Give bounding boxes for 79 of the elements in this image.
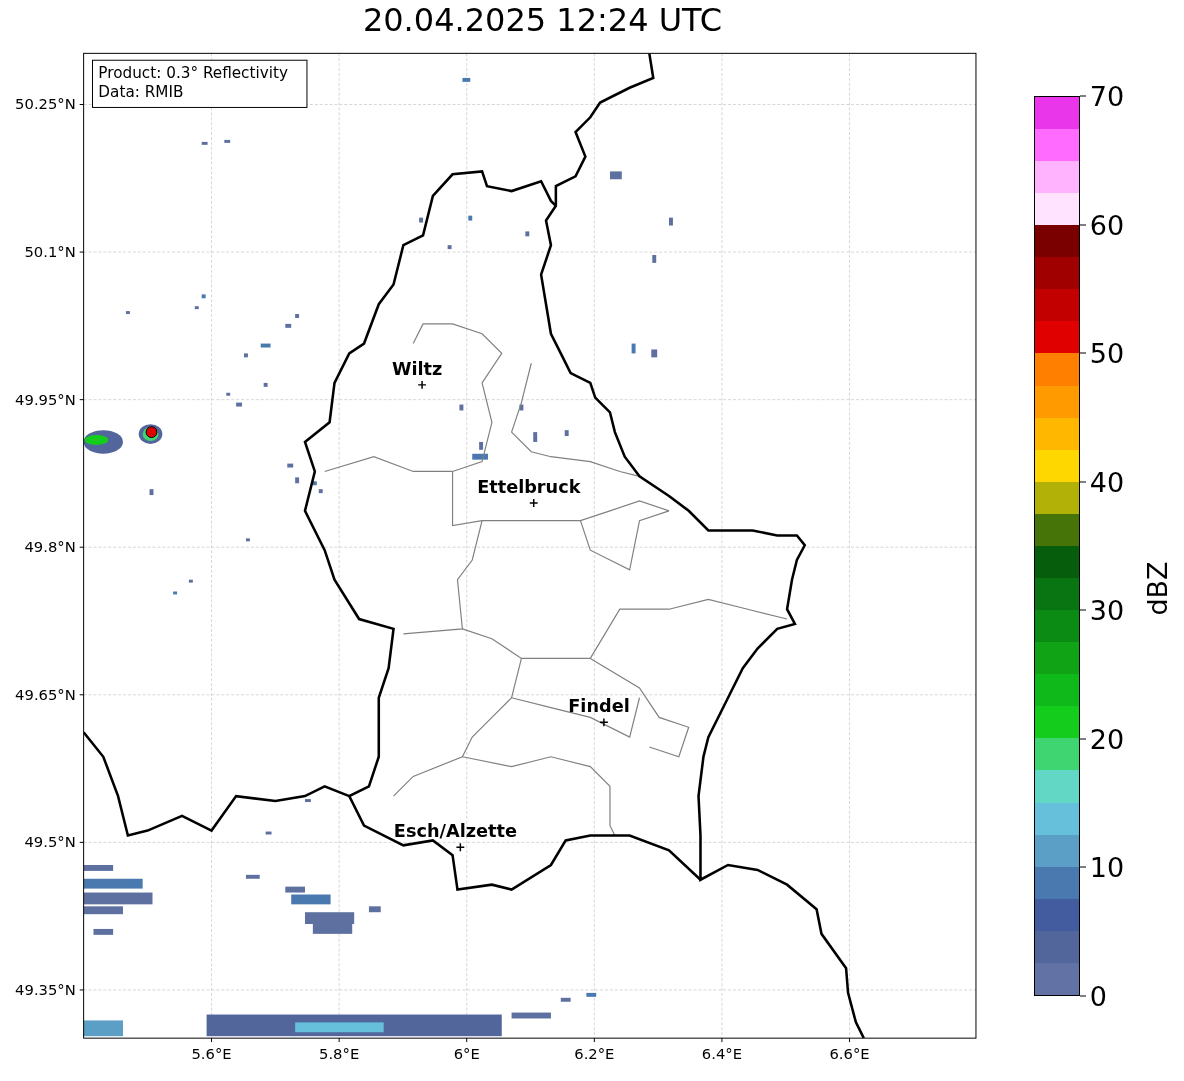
city-marker [455, 842, 465, 852]
radar-site-marker [145, 426, 158, 438]
city-marker [599, 717, 609, 727]
radar-echo [201, 141, 208, 145]
colorbar-tick-label: 20 [1089, 723, 1125, 755]
radar-echo [83, 878, 143, 889]
colorbar-tick-label: 0 [1089, 980, 1107, 1012]
longitude-label: 5.6°E [191, 1044, 232, 1062]
radar-echo [83, 865, 114, 871]
radar-echo [245, 538, 250, 542]
latitude-label: 49.8°N [24, 538, 76, 556]
longitude-label: 6.2°E [574, 1044, 615, 1062]
city-label: Findel [568, 696, 630, 717]
colorbar-tick-label: 70 [1089, 80, 1125, 112]
city-label: Esch/Alzette [393, 821, 517, 842]
colorbar-label: dBZ [1141, 561, 1173, 616]
radar-echo [560, 997, 571, 1002]
radar-echo [368, 906, 381, 913]
radar-echo [652, 255, 657, 263]
longitude-label: 6.4°E [701, 1044, 742, 1062]
colorbar-tick-label: 40 [1089, 466, 1125, 498]
legend-text: Data: RMIB [98, 82, 184, 101]
city-label: Wiltz [391, 359, 443, 380]
city-marker [417, 380, 427, 390]
radar-echo [511, 1012, 551, 1019]
radar-echo [533, 432, 538, 442]
radar-echo [83, 1020, 123, 1037]
radar-echo [194, 306, 199, 310]
radar-echo [260, 343, 271, 348]
radar-echo [631, 343, 636, 354]
colorbar-tick-label: 10 [1089, 851, 1125, 883]
radar-echo [295, 477, 300, 484]
radar-echo [224, 139, 231, 143]
radar-echo [244, 353, 248, 358]
radar-echo [479, 441, 484, 450]
latitude-label: 49.65°N [15, 685, 76, 703]
radar-echo [462, 77, 471, 82]
radar-echo [525, 231, 530, 237]
city-marker [529, 498, 539, 508]
latitude-label: 49.5°N [24, 833, 76, 851]
longitude-label: 6.6°E [829, 1044, 870, 1062]
latitude-label: 50.25°N [15, 95, 76, 113]
radar-echo [265, 831, 272, 835]
latitude-label: 50.1°N [24, 243, 76, 260]
city-label: Ettelbruck [477, 477, 581, 498]
radar-echo [125, 311, 130, 315]
radar-echo [263, 382, 268, 387]
latitude-label: 49.95°N [15, 390, 76, 408]
colorbar-tick-label: 60 [1089, 209, 1125, 241]
radar-echo [447, 245, 452, 250]
radar-echo [305, 912, 355, 924]
radar-echo [93, 928, 114, 935]
radar-echo [188, 579, 193, 583]
radar-echo [201, 294, 206, 299]
radar-echo [287, 463, 294, 468]
colorbar-tick-label: 50 [1089, 337, 1125, 369]
radar-echo [651, 349, 658, 358]
radar-echo [468, 215, 473, 221]
radar-echo [173, 591, 178, 595]
radar-echo [226, 392, 231, 396]
radar-echo [459, 404, 464, 411]
radar-echo [586, 992, 597, 997]
map-title: 20.04.2025 12:24 UTC [361, 0, 724, 40]
radar-echo [564, 430, 569, 437]
radar-echo [312, 924, 353, 934]
radar-echo [305, 799, 311, 803]
radar-echo [519, 404, 524, 411]
radar-echo [609, 171, 622, 180]
longitude-label: 6°E [453, 1044, 480, 1062]
latitude-label: 49.35°N [15, 980, 76, 998]
radar-echo [149, 489, 154, 496]
radar-echo [419, 217, 424, 223]
legend-text: Product: 0.3° Reflectivity [98, 63, 288, 82]
radar-echo [245, 874, 260, 879]
longitude-label: 5.8°E [319, 1044, 360, 1062]
radar-echo [669, 217, 673, 226]
radar-echo [472, 453, 488, 460]
colorbar-tick-label: 30 [1089, 594, 1125, 626]
radar-echo [83, 430, 123, 454]
